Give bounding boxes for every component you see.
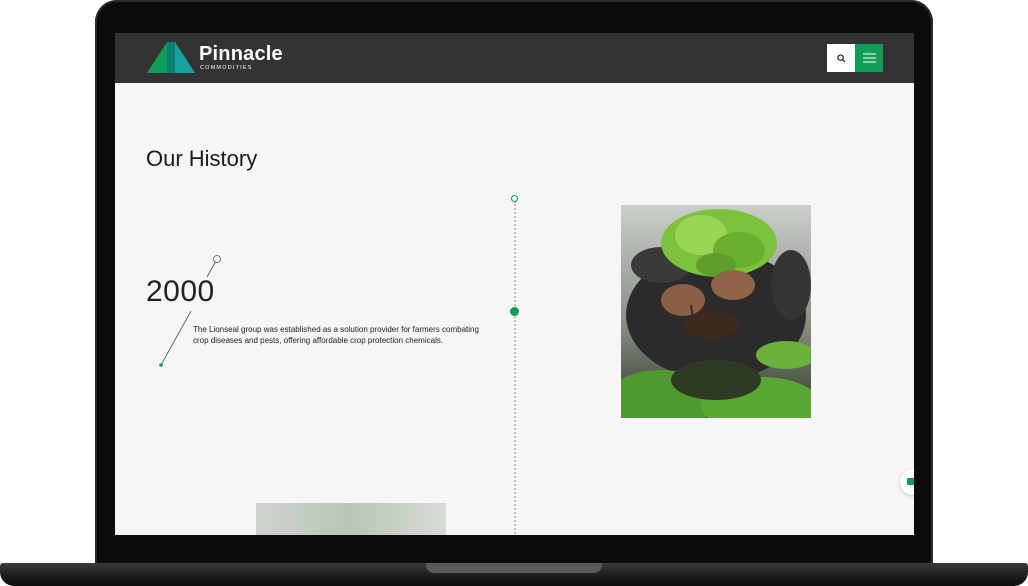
secondary-history-photo — [256, 503, 446, 535]
search-icon — [836, 53, 846, 63]
search-button[interactable] — [827, 44, 855, 72]
timeline-year: 2000 — [146, 275, 215, 308]
website-screen: Pinnacle COMMODITIES Our History 2000 Th… — [115, 33, 914, 535]
brand-subtitle: COMMODITIES — [200, 65, 253, 71]
pinnacle-logo-icon[interactable] — [145, 40, 197, 74]
hamburger-menu-icon — [862, 53, 876, 63]
timeline-active-marker[interactable] — [510, 307, 519, 316]
chat-widget-icon — [907, 478, 914, 485]
brand-name[interactable]: Pinnacle — [199, 43, 283, 66]
laptop-hinge-notch — [426, 563, 602, 573]
chat-widget-button[interactable] — [900, 469, 914, 495]
timeline-start-marker — [511, 195, 518, 202]
farmer-holding-lettuce-photo — [621, 205, 811, 418]
site-header: Pinnacle COMMODITIES — [115, 33, 914, 83]
page-title: Our History — [146, 146, 258, 171]
decorative-connector-line — [159, 255, 221, 367]
timeline-track — [514, 201, 516, 535]
timeline-description: The Lionseal group was established as a … — [193, 325, 479, 345]
menu-button[interactable] — [855, 44, 883, 72]
